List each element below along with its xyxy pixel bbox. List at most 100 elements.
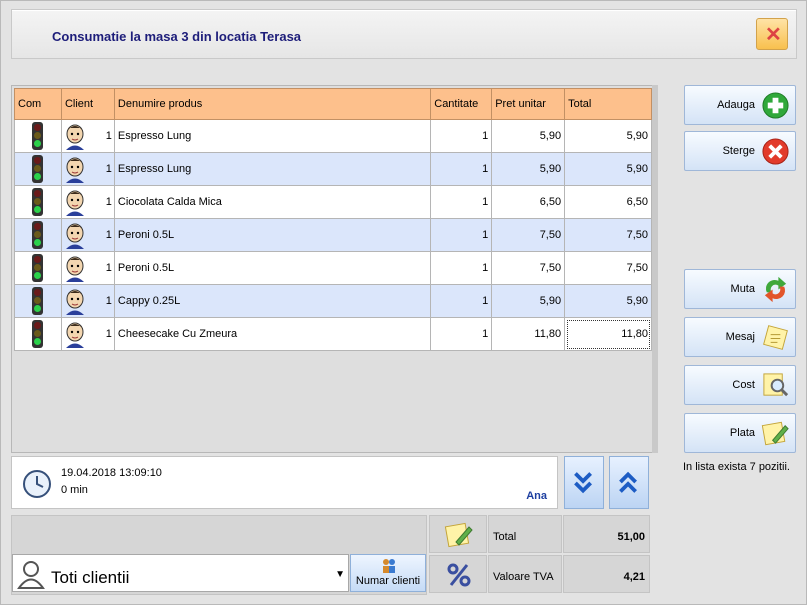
client-select[interactable]: Toti clientii ▼ <box>12 554 349 592</box>
qty-cell[interactable]: 1 <box>430 251 493 285</box>
client-face-icon <box>65 223 84 249</box>
scroll-down-button[interactable] <box>564 456 604 509</box>
pencil-note-icon <box>761 421 789 446</box>
total-cell[interactable]: 11,80 <box>564 317 652 351</box>
product-cell[interactable]: Espresso Lung <box>113 152 432 186</box>
client-face-icon <box>65 190 84 216</box>
traffic-light-icon <box>32 188 44 216</box>
status-cell[interactable] <box>14 251 62 285</box>
client-cell[interactable]: 1 <box>60 218 115 252</box>
tva-label: Valoare TVA <box>488 555 562 593</box>
total-icon-cell <box>429 515 487 553</box>
col-product[interactable]: Denumire produs <box>113 88 432 120</box>
cost-button[interactable]: Cost <box>684 365 796 405</box>
table-row[interactable]: 1 Espresso Lung 1 5,90 5,90 <box>14 119 652 153</box>
col-com[interactable]: Com <box>14 88 62 120</box>
cost-label: Cost <box>732 379 755 391</box>
client-cell[interactable]: 1 <box>60 251 115 285</box>
table-row[interactable]: 1 Peroni 0.5L 1 7,50 7,50 <box>14 251 652 285</box>
qty-cell[interactable]: 1 <box>430 284 493 318</box>
col-qty[interactable]: Cantitate <box>430 88 493 120</box>
unit-price-cell[interactable]: 5,90 <box>491 119 566 153</box>
adauga-label: Adauga <box>717 99 755 111</box>
client-number: 1 <box>105 328 112 340</box>
scroll-up-button[interactable] <box>609 456 649 509</box>
product-cell[interactable]: Peroni 0.5L <box>113 218 432 252</box>
table-row[interactable]: 1 Espresso Lung 1 5,90 5,90 <box>14 152 652 186</box>
client-select-value: Toti clientii <box>51 568 130 587</box>
total-cell[interactable]: 5,90 <box>564 119 652 153</box>
table-row[interactable]: 1 Ciocolata Calda Mica 1 6,50 6,50 <box>14 185 652 219</box>
double-chevron-up-icon <box>619 471 637 493</box>
muta-button[interactable]: Muta <box>684 269 796 309</box>
magnifier-icon <box>763 373 789 397</box>
sterge-label: Sterge <box>722 145 755 157</box>
unit-price-cell[interactable]: 11,80 <box>491 317 566 351</box>
col-unit-price[interactable]: Pret unitar <box>491 88 566 120</box>
total-cell[interactable]: 5,90 <box>564 284 652 318</box>
status-cell[interactable] <box>14 119 62 153</box>
client-number: 1 <box>105 229 112 241</box>
client-face-icon <box>65 124 84 150</box>
title-bar: Consumatie la masa 3 din locatia Terasa … <box>11 9 797 59</box>
qty-cell[interactable]: 1 <box>430 119 493 153</box>
unit-price-cell[interactable]: 7,50 <box>491 218 566 252</box>
numar-clienti-label: Numar clienti <box>355 575 421 587</box>
traffic-light-icon <box>32 287 44 315</box>
order-duration: 0 min <box>61 484 88 496</box>
client-cell[interactable]: 1 <box>60 317 115 351</box>
product-cell[interactable]: Peroni 0.5L <box>113 251 432 285</box>
pencil-note-icon <box>444 522 473 548</box>
unit-price-cell[interactable]: 5,90 <box>491 152 566 186</box>
order-window: Consumatie la masa 3 din locatia Terasa … <box>0 0 807 605</box>
qty-cell[interactable]: 1 <box>430 185 493 219</box>
client-cell[interactable]: 1 <box>60 119 115 153</box>
item-count-text: In lista exista 7 pozitii. <box>683 461 790 473</box>
status-cell[interactable] <box>14 317 62 351</box>
total-cell[interactable]: 7,50 <box>564 251 652 285</box>
mesaj-label: Mesaj <box>725 331 755 343</box>
product-cell[interactable]: Cappy 0.25L <box>113 284 432 318</box>
qty-cell[interactable]: 1 <box>430 317 493 351</box>
table-row[interactable]: 1 Cappy 0.25L 1 5,90 5,90 <box>14 284 652 318</box>
status-cell[interactable] <box>14 185 62 219</box>
col-client[interactable]: Client <box>60 88 115 120</box>
product-cell[interactable]: Ciocolata Calda Mica <box>113 185 432 219</box>
client-cell[interactable]: 1 <box>60 152 115 186</box>
mesaj-button[interactable]: Mesaj <box>684 317 796 357</box>
product-cell[interactable]: Cheesecake Cu Zmeura <box>113 317 432 351</box>
qty-cell[interactable]: 1 <box>430 218 493 252</box>
total-cell[interactable]: 5,90 <box>564 152 652 186</box>
unit-price-cell[interactable]: 5,90 <box>491 284 566 318</box>
total-value: 51,00 <box>563 515 650 553</box>
adauga-button[interactable]: Adauga <box>684 85 796 125</box>
numar-clienti-button[interactable]: Numar clienti <box>350 554 426 592</box>
product-cell[interactable]: Espresso Lung <box>113 119 432 153</box>
client-cell[interactable]: 1 <box>60 185 115 219</box>
note-icon <box>763 325 788 350</box>
order-datetime: 19.04.2018 13:09:10 <box>61 467 162 479</box>
window-title: Consumatie la masa 3 din locatia Terasa <box>52 29 302 44</box>
move-arrows-icon <box>764 276 787 303</box>
sterge-button[interactable]: Sterge <box>684 131 796 171</box>
total-cell[interactable]: 6,50 <box>564 185 652 219</box>
table-row[interactable]: 1 Peroni 0.5L 1 7,50 7,50 <box>14 218 652 252</box>
status-cell[interactable] <box>14 152 62 186</box>
unit-price-cell[interactable]: 7,50 <box>491 251 566 285</box>
user-icon <box>17 561 45 589</box>
status-cell[interactable] <box>14 218 62 252</box>
muta-label: Muta <box>730 283 755 295</box>
status-cell[interactable] <box>14 284 62 318</box>
double-chevron-down-icon <box>574 472 592 494</box>
total-cell[interactable]: 7,50 <box>564 218 652 252</box>
qty-cell[interactable]: 1 <box>430 152 493 186</box>
close-button[interactable]: ✕ <box>756 18 788 50</box>
plata-button[interactable]: Plata <box>684 413 796 453</box>
client-cell[interactable]: 1 <box>60 284 115 318</box>
table-row[interactable]: 1 Cheesecake Cu Zmeura 1 11,80 11,80 <box>14 317 652 351</box>
close-icon: ✕ <box>765 24 782 46</box>
grid-scrollbar[interactable] <box>652 85 658 453</box>
unit-price-cell[interactable]: 6,50 <box>491 185 566 219</box>
client-face-icon <box>65 256 84 282</box>
col-total[interactable]: Total <box>564 88 652 120</box>
